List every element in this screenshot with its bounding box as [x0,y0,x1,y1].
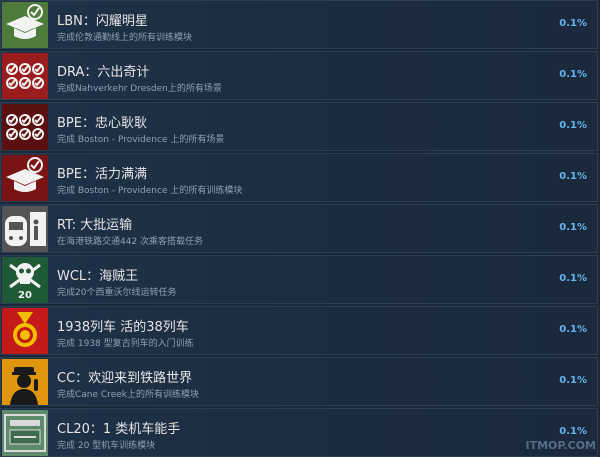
achievement-title: DRA：六出奇计 [57,65,150,80]
unlock-percentage: 0.1% [559,18,587,29]
unlock-percentage: 0.1% [559,120,587,131]
achievement-description: 完成伦敦通勤线上的所有训练模块 [57,33,193,43]
achievement-row[interactable]: BPE：活力满满 完成 Boston - Providence 上的所有训练模块… [0,153,598,202]
achievement-title: 1938列车 活的38列车 [57,320,189,335]
graduation-cap-check-icon [2,2,48,48]
achievement-row[interactable]: 20 WCL：海贼王 完成20个西重沃尔线运转任务 0.1% [0,255,598,304]
achievement-description: 完成 Boston - Providence 上的所有训练模块 [57,186,243,196]
achievement-description: 完成 Boston - Providence 上的所有场景 [57,135,225,145]
achievement-list: LBN：闪耀明星 完成伦敦通勤线上的所有训练模块 0.1% DRA：六出奇计 完… [0,0,600,457]
achievement-description: 完成Cane Creek上的所有训练模块 [57,390,199,400]
achievement-row[interactable]: CC：欢迎来到铁路世界 完成Cane Creek上的所有训练模块 0.1% [0,357,598,406]
achievement-title: CL20：1 类机车能手 [57,422,181,437]
six-checks-icon [2,104,48,150]
unlock-percentage: 0.1% [559,69,587,80]
achievement-description: 完成Nahverkehr Dresden上的所有场景 [57,84,222,94]
achievement-description: 完成 1938 型复古列车的入门训练 [57,339,194,349]
unlock-percentage: 0.1% [559,171,587,182]
achievement-row[interactable]: RT: 大批运输 在海港铁路交通442 次乘客搭载任务 0.1% [0,204,598,253]
achievement-title: BPE：活力满满 [57,167,147,182]
conductor-icon [2,359,48,405]
achievement-description: 完成20个西重沃尔线运转任务 [57,288,177,298]
achievement-title: LBN：闪耀明星 [57,14,148,29]
unlock-percentage: 0.1% [559,324,587,335]
train-front-icon [2,206,48,252]
achievement-title: CC：欢迎来到铁路世界 [57,371,193,386]
achievement-description: 在海港铁路交通442 次乘客搭载任务 [57,237,204,247]
achievement-description: 完成 20 型机车训练模块 [57,441,156,451]
watermark: ITMOP.COM [525,439,597,452]
unlock-percentage: 0.1% [559,426,587,437]
achievement-title: WCL：海贼王 [57,269,139,284]
achievement-title: BPE：忠心耿耿 [57,116,147,131]
achievement-row[interactable]: BPE：忠心耿耿 完成 Boston - Providence 上的所有场景 0… [0,102,598,151]
achievement-row[interactable]: CL20：1 类机车能手 完成 20 型机车训练模块 0.1% [0,408,598,457]
achievement-row[interactable]: LBN：闪耀明星 完成伦敦通勤线上的所有训练模块 0.1% [0,0,598,49]
locomotive-plate-icon [2,410,48,456]
six-checks-icon [2,53,48,99]
skull-crossbones-icon: 20 [2,257,48,303]
achievement-row[interactable]: DRA：六出奇计 完成Nahverkehr Dresden上的所有场景 0.1% [0,51,598,100]
medal-icon [2,308,48,354]
unlock-percentage: 0.1% [559,273,587,284]
graduation-cap-check-icon [2,155,48,201]
unlock-percentage: 0.1% [559,375,587,386]
unlock-percentage: 0.1% [559,222,587,233]
achievement-row[interactable]: 1938列车 活的38列车 完成 1938 型复古列车的入门训练 0.1% [0,306,598,355]
badge-count: 20 [18,290,32,301]
achievement-title: RT: 大批运输 [57,218,133,233]
